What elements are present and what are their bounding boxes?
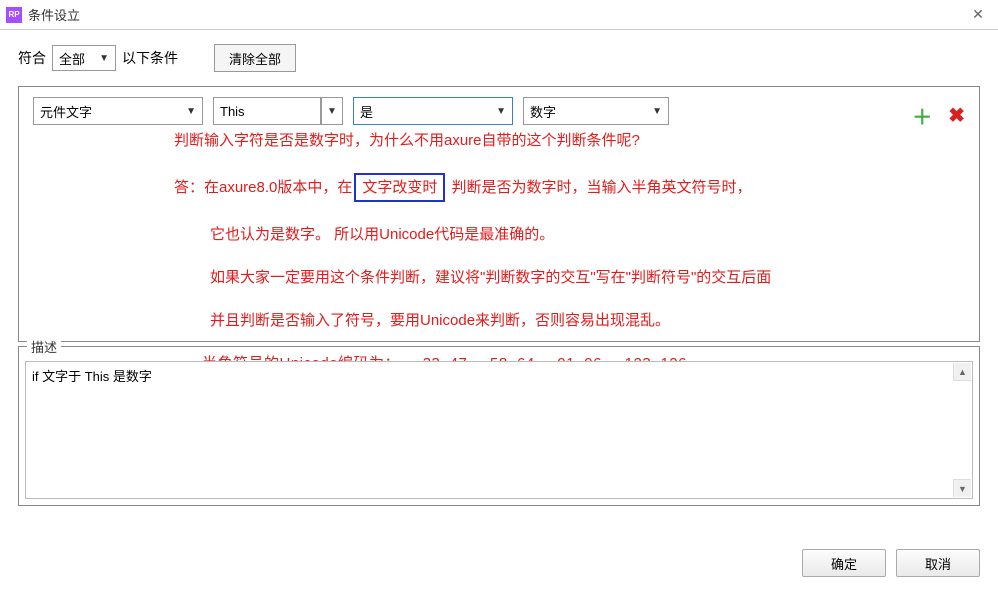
match-all-select[interactable]: 全部 ▼ (52, 45, 116, 71)
description-group: 描述 if 文字于 This 是数字 ▲ ▼ (18, 346, 980, 506)
widget-value: This (220, 104, 245, 119)
field-type-value: 元件文字 (40, 102, 92, 121)
window-title: 条件设立 (28, 5, 80, 24)
cancel-button[interactable]: 取消 (896, 549, 980, 577)
condition-box: 元件文字 ▼ This ▼ 是 ▼ 数字 ▼ ＋ ✖ (18, 86, 980, 342)
chevron-down-icon: ▼ (496, 106, 506, 117)
remove-condition-icon[interactable]: ✖ (948, 103, 965, 128)
operator-select[interactable]: 是 ▼ (353, 97, 513, 125)
ok-button[interactable]: 确定 (802, 549, 886, 577)
chevron-down-icon: ▼ (99, 53, 109, 64)
condition-row: 元件文字 ▼ This ▼ 是 ▼ 数字 ▼ (33, 97, 965, 125)
clear-all-button[interactable]: 清除全部 (214, 44, 296, 72)
field-type-select[interactable]: 元件文字 ▼ (33, 97, 203, 125)
description-textarea[interactable]: if 文字于 This 是数字 ▲ ▼ (25, 361, 973, 499)
value-type-select[interactable]: 数字 ▼ (523, 97, 669, 125)
scroll-down-icon[interactable]: ▼ (953, 479, 971, 497)
widget-dropdown-button[interactable]: ▼ (321, 97, 343, 125)
add-condition-icon[interactable]: ＋ (912, 101, 932, 130)
chevron-down-icon: ▼ (186, 106, 196, 117)
title-bar: RP 条件设立 ✕ (0, 0, 998, 30)
match-all-value: 全部 (59, 49, 85, 68)
chevron-down-icon: ▼ (652, 106, 662, 117)
scroll-up-icon[interactable]: ▲ (953, 363, 971, 381)
close-icon[interactable]: ✕ (966, 4, 990, 24)
description-legend: 描述 (27, 337, 61, 356)
operator-value: 是 (360, 102, 373, 121)
description-text: if 文字于 This 是数字 (32, 369, 152, 384)
widget-input[interactable]: This (213, 97, 321, 125)
match-row: 符合 全部 ▼ 以下条件 清除全部 (0, 30, 998, 86)
value-type-value: 数字 (530, 102, 556, 121)
app-icon: RP (6, 7, 22, 23)
match-label: 符合 (18, 48, 46, 68)
following-label: 以下条件 (122, 48, 178, 68)
dialog-buttons: 确定 取消 (802, 549, 980, 577)
row-actions: ＋ ✖ (912, 101, 965, 130)
